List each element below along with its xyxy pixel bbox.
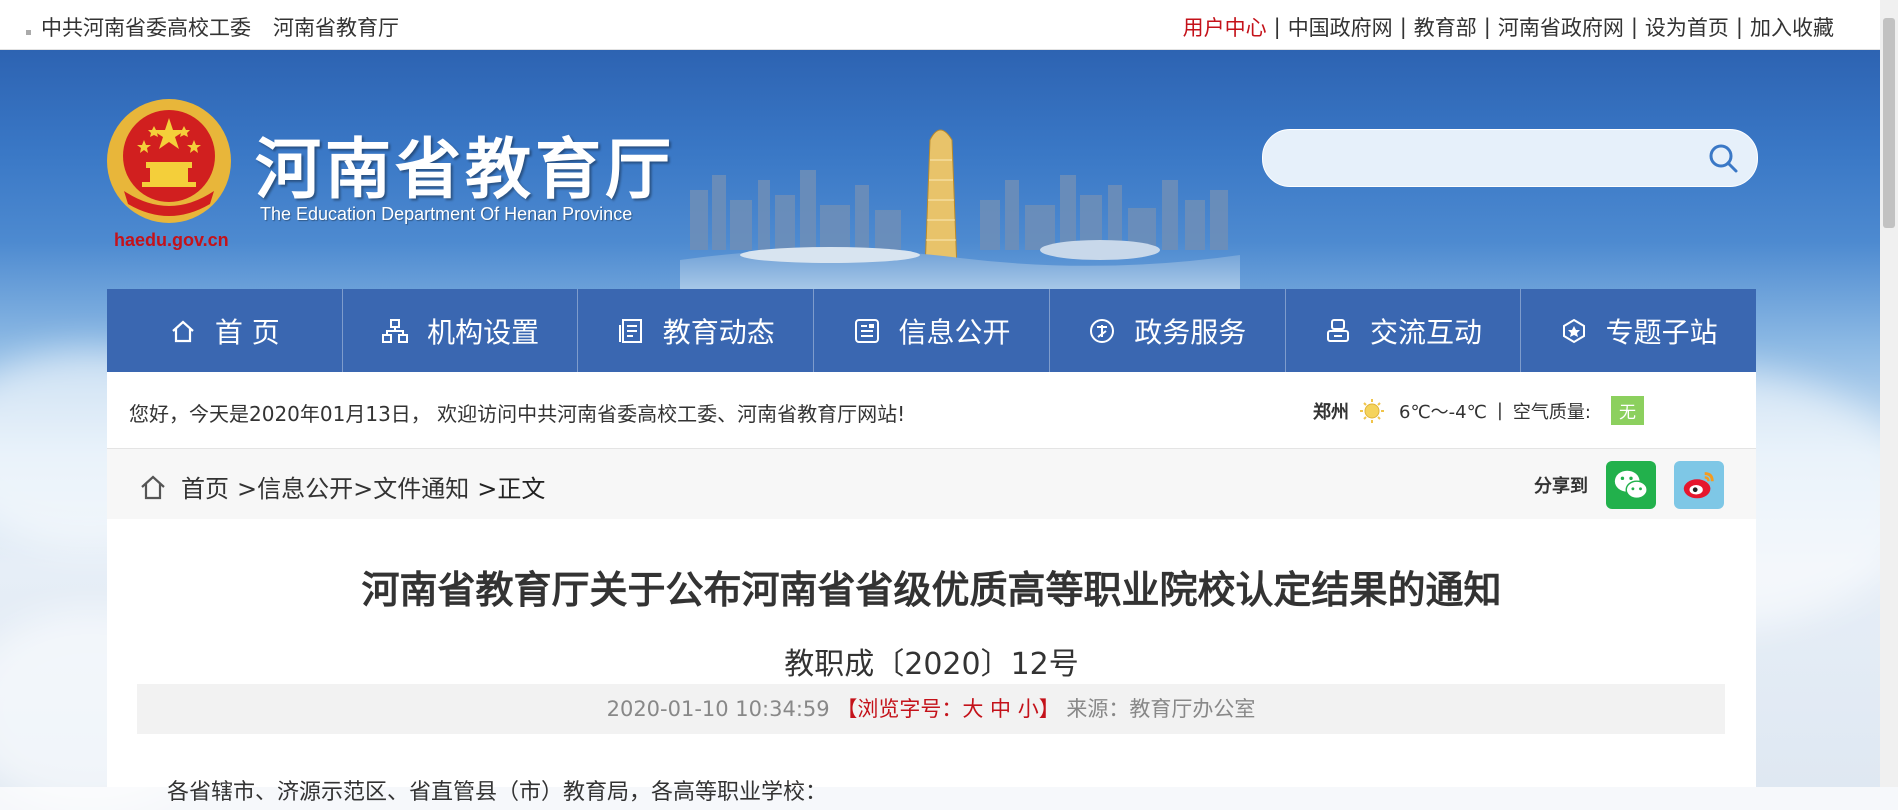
nav-item-home[interactable]: 首 页	[107, 289, 343, 372]
font-size-prefix: 【浏览字号：	[836, 697, 963, 721]
nav-item-gov-service[interactable]: 政务服务	[1050, 289, 1286, 372]
font-size-medium-button[interactable]: 中	[990, 697, 1011, 721]
greeting-bar: 您好，今天是2020年01月13日， 欢迎访问中共河南省委高校工委、河南省教育厅…	[107, 372, 1756, 449]
nav-item-label: 机构设置	[427, 315, 540, 349]
home-icon[interactable]	[139, 473, 167, 501]
subsite-icon	[1562, 318, 1585, 343]
interaction-icon	[1326, 318, 1349, 342]
nav-item-interaction[interactable]: 交流互动	[1286, 289, 1522, 372]
share-label: 分享到	[1534, 476, 1588, 497]
top-link-party-committee[interactable]: 中共河南省委高校工委	[41, 16, 251, 40]
search-box	[1262, 129, 1758, 187]
news-icon	[618, 318, 642, 343]
main-nav: 首 页 机构设置 教育动态 信息公开 政务服务 交流互动 专题子站	[107, 289, 1756, 372]
article-source: 来源：教育厅办公室	[1066, 697, 1256, 721]
wechat-icon	[1614, 470, 1648, 500]
top-link-add-favorite[interactable]: 加入收藏	[1750, 12, 1834, 42]
vertical-scrollbar[interactable]	[1880, 0, 1898, 787]
top-bar: 中共河南省委高校工委 河南省教育厅 用户中心 | 中国政府网 | 教育部 | 河…	[0, 0, 1880, 50]
gov-service-icon	[1090, 318, 1115, 343]
top-link-set-homepage[interactable]: 设为首页	[1645, 12, 1729, 42]
share-weibo-button[interactable]	[1674, 461, 1724, 509]
air-quality-badge: 无	[1611, 396, 1644, 425]
share-wechat-button[interactable]	[1606, 461, 1656, 509]
font-size-large-button[interactable]: 大	[962, 697, 983, 721]
site-url: haedu.gov.cn	[114, 230, 229, 250]
weather-widget: 郑州 6℃～-4℃ | 空气质量: 无	[1313, 396, 1644, 425]
divider: |	[1496, 400, 1503, 421]
weather-city: 郑州	[1313, 401, 1349, 423]
divider: |	[1735, 15, 1743, 39]
nav-item-label: 交流互动	[1369, 315, 1482, 349]
nav-item-label: 信息公开	[898, 315, 1011, 349]
nav-item-label: 首 页	[214, 315, 280, 349]
home-icon	[172, 320, 194, 342]
breadcrumb: 首页 >信息公开 >文件通知 >正文	[139, 469, 545, 504]
nav-item-organization[interactable]: 机构设置	[343, 289, 579, 372]
font-size-small-button[interactable]: 小	[1018, 697, 1039, 721]
sunny-weather-icon	[1360, 398, 1384, 423]
org-chart-icon	[382, 318, 409, 343]
city-skyline-illustration	[680, 129, 1240, 290]
nav-item-education-news[interactable]: 教育动态	[578, 289, 815, 372]
breadcrumb-home[interactable]: 首页	[181, 469, 229, 504]
top-link-education-dept[interactable]: 河南省教育厅	[273, 12, 399, 42]
bullet-icon	[26, 30, 31, 35]
nav-item-info-disclosure[interactable]: 信息公开	[814, 289, 1050, 372]
document-number: 教职成〔2020〕12号	[784, 647, 1079, 682]
top-link-china-gov[interactable]: 中国政府网	[1288, 12, 1393, 42]
publish-datetime: 2020-01-10 10:34:59	[606, 697, 830, 721]
nav-item-label: 政务服务	[1134, 315, 1247, 349]
divider: |	[1399, 15, 1407, 39]
breadcrumb-info-disclosure[interactable]: >信息公开	[237, 469, 353, 504]
article-meta-bar: 2020-01-10 10:34:59 【浏览字号：大 中 小】 来源：教育厅办…	[137, 684, 1725, 734]
article-container: 首页 >信息公开 >文件通知 >正文 分享到 河南省教育厅关于公布河南省省级优质…	[107, 449, 1756, 805]
national-emblem-logo	[107, 99, 231, 223]
top-link-moe[interactable]: 教育部	[1414, 12, 1477, 42]
top-right-links: 用户中心 | 中国政府网 | 教育部 | 河南省政府网 | 设为首页 | 加入收…	[1183, 12, 1834, 42]
air-quality-label: 空气质量:	[1512, 401, 1591, 423]
breadcrumb-file-notice[interactable]: >文件通知	[353, 469, 469, 504]
site-subtitle: The Education Department Of Henan Provin…	[260, 204, 633, 224]
breadcrumb-current: >正文	[477, 475, 546, 503]
share-bar: 分享到	[1534, 461, 1724, 509]
nav-item-label: 专题子站	[1605, 315, 1718, 349]
search-icon[interactable]	[1707, 142, 1739, 174]
top-left-links: 中共河南省委高校工委 河南省教育厅	[26, 12, 399, 42]
welcome-message: 您好，今天是2020年01月13日， 欢迎访问中共河南省委高校工委、河南省教育厅…	[129, 402, 906, 426]
nav-item-label: 教育动态	[662, 315, 775, 349]
site-title: 河南省教育厅	[255, 131, 675, 208]
divider: |	[1630, 15, 1638, 39]
top-link-user-center[interactable]: 用户中心	[1183, 12, 1267, 42]
top-link-henan-gov[interactable]: 河南省政府网	[1498, 12, 1624, 42]
weather-temperature: 6℃～-4℃	[1399, 401, 1487, 423]
scrollbar-thumb[interactable]	[1883, 18, 1895, 228]
weibo-icon	[1683, 472, 1714, 499]
search-input[interactable]	[1287, 140, 1671, 178]
font-size-suffix: 】	[1038, 697, 1060, 721]
divider: |	[1273, 15, 1281, 39]
info-card-icon	[854, 318, 879, 343]
article-title: 河南省教育厅关于公布河南省省级优质高等职业院校认定结果的通知	[361, 568, 1502, 612]
divider: |	[1483, 15, 1491, 39]
breadcrumb-bar: 首页 >信息公开 >文件通知 >正文 分享到	[107, 449, 1756, 519]
nav-item-special-subsites[interactable]: 专题子站	[1521, 289, 1756, 372]
article-body-first-line: 各省辖市、济源示范区、省直管县（市）教育局，各高等职业学校：	[167, 780, 828, 805]
